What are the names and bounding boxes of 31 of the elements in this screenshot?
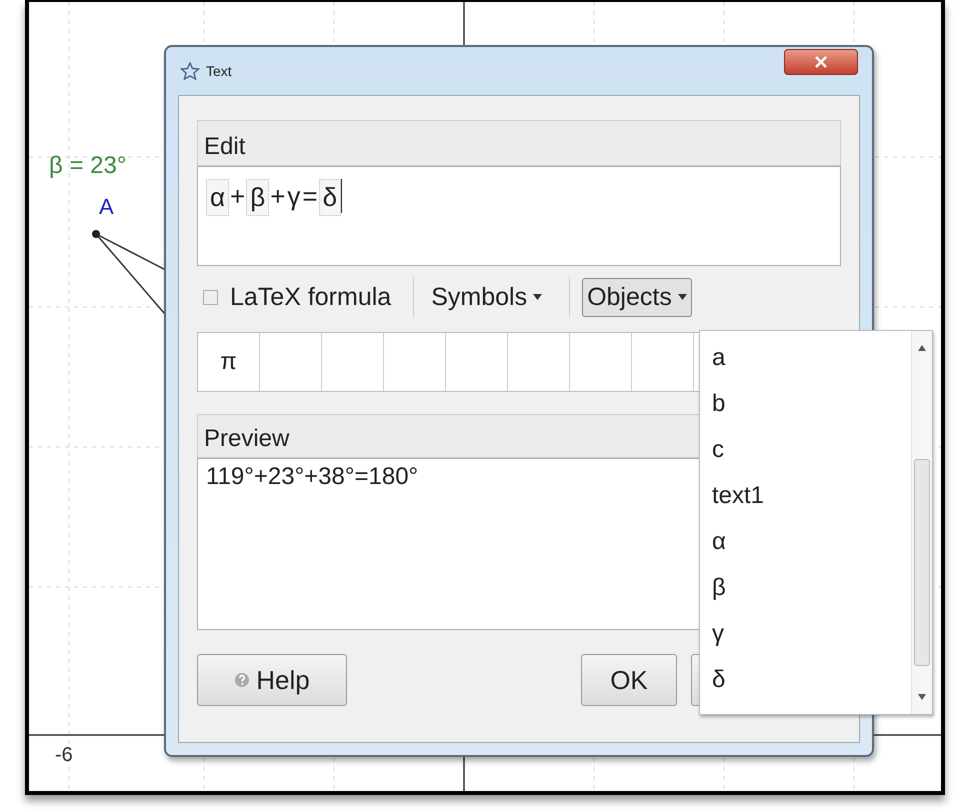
edit-label: Edit [204,133,246,161]
help-button[interactable]: Help [197,654,347,706]
menu-button[interactable]: Symbols [426,278,548,316]
point-a-dot [92,230,100,238]
edit-field[interactable]: α + β +γ= δ [197,166,841,266]
preview-text: 119°+23°+38°=180° [206,463,418,490]
menu-button[interactable]: Objects [582,278,692,316]
help-icon [234,672,250,688]
scroll-down-icon[interactable] [918,694,926,700]
menu-item[interactable]: c [712,435,911,481]
axis-label: -6 [55,744,73,767]
menu-item[interactable]: γ [712,619,911,665]
preview-label: Preview [204,425,290,453]
caret-icon [533,294,542,300]
star-icon [180,62,200,80]
point-label: A [99,194,114,220]
menu-item[interactable]: a [712,343,911,389]
menu-item[interactable]: β [712,573,911,619]
latex-checkbox[interactable]: LaTeX formula [197,282,392,312]
menu-item[interactable]: α [712,527,911,573]
scroll-up-icon[interactable] [918,345,926,351]
caret-icon [678,294,687,300]
menu-item[interactable]: text1 [712,481,911,527]
menu-item[interactable]: b [712,389,911,435]
close-icon [814,56,828,68]
close-button[interactable] [784,49,858,75]
menu-item[interactable]: δ [712,665,911,711]
window-title: Text [206,63,232,79]
ok-button[interactable]: OK [581,654,677,706]
angle-label: β = 23° [49,152,126,180]
scrollbar[interactable] [911,331,932,714]
